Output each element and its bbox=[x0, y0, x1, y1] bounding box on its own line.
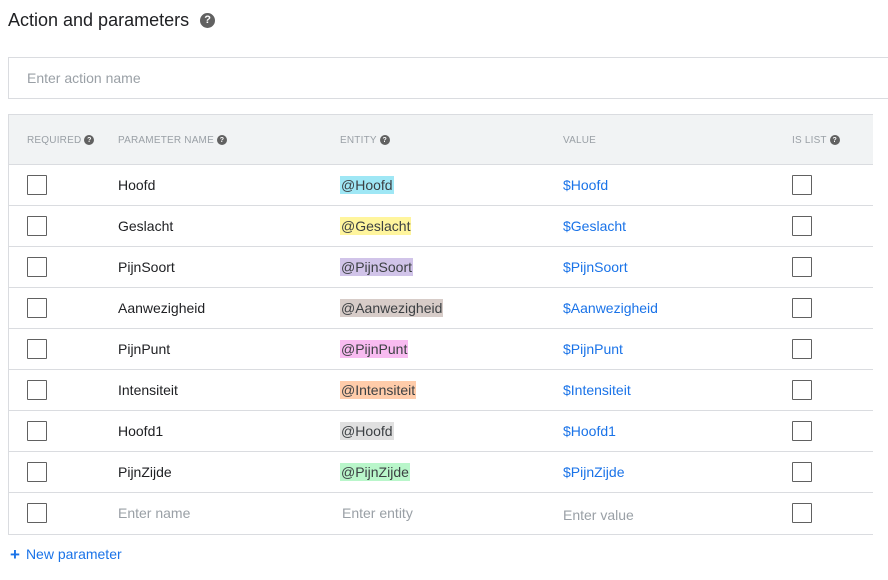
parameter-value[interactable]: $Hoofd bbox=[563, 177, 608, 193]
parameter-name-input[interactable]: Enter name bbox=[118, 505, 190, 521]
is-list-checkbox[interactable] bbox=[792, 257, 812, 277]
parameter-name[interactable]: Geslacht bbox=[118, 218, 173, 234]
table-row: Hoofd @Hoofd $Hoofd bbox=[9, 165, 873, 206]
required-checkbox[interactable] bbox=[27, 462, 47, 482]
required-checkbox[interactable] bbox=[27, 216, 47, 236]
entity-chip[interactable]: @PijnSoort bbox=[340, 258, 414, 276]
entity-chip[interactable]: @PijnPunt bbox=[340, 340, 409, 358]
new-parameter-button[interactable]: + New parameter bbox=[10, 544, 122, 564]
question-circle-icon[interactable]: ? bbox=[200, 12, 216, 28]
new-parameter-row: Enter name Enter entity Enter value bbox=[9, 493, 873, 534]
parameter-value[interactable]: $Intensiteit bbox=[563, 382, 631, 398]
entity-chip[interactable]: @PijnZijde bbox=[340, 463, 410, 481]
table-row: Hoofd1 @Hoofd $Hoofd1 bbox=[9, 411, 873, 452]
plus-icon: + bbox=[10, 544, 20, 564]
question-circle-icon[interactable]: ? bbox=[829, 135, 840, 145]
parameter-value[interactable]: $PijnPunt bbox=[563, 341, 623, 357]
parameter-name[interactable]: PijnZijde bbox=[118, 464, 172, 480]
table-body: Hoofd @Hoofd $Hoofd Geslacht @Geslacht $… bbox=[9, 165, 873, 534]
parameter-name[interactable]: PijnPunt bbox=[118, 341, 170, 357]
parameter-name[interactable]: Hoofd bbox=[118, 177, 155, 193]
table-row: PijnSoort @PijnSoort $PijnSoort bbox=[9, 247, 873, 288]
required-checkbox[interactable] bbox=[27, 503, 47, 523]
is-list-checkbox[interactable] bbox=[792, 462, 812, 482]
table-row: Aanwezigheid @Aanwezigheid $Aanwezigheid bbox=[9, 288, 873, 329]
column-header-parameter-name: PARAMETER NAME ? bbox=[118, 115, 227, 165]
entity-chip[interactable]: @Hoofd bbox=[340, 176, 394, 194]
table-row: PijnPunt @PijnPunt $PijnPunt bbox=[9, 329, 873, 370]
parameter-value[interactable]: $Aanwezigheid bbox=[563, 300, 658, 316]
column-header-label: ENTITY bbox=[340, 134, 377, 146]
column-header-is-list: IS LIST ? bbox=[792, 115, 840, 165]
parameter-name[interactable]: Intensiteit bbox=[118, 382, 178, 398]
table-row: PijnZijde @PijnZijde $PijnZijde bbox=[9, 452, 873, 493]
question-circle-icon[interactable]: ? bbox=[84, 135, 95, 145]
column-header-label: REQUIRED bbox=[27, 134, 82, 146]
column-header-label: IS LIST bbox=[792, 134, 827, 146]
parameter-value[interactable]: $PijnZijde bbox=[563, 464, 624, 480]
parameter-value[interactable]: $Geslacht bbox=[563, 218, 626, 234]
question-circle-icon[interactable]: ? bbox=[216, 135, 227, 145]
parameter-name[interactable]: PijnSoort bbox=[118, 259, 175, 275]
entity-chip[interactable]: @Hoofd bbox=[340, 422, 394, 440]
is-list-checkbox[interactable] bbox=[792, 298, 812, 318]
column-header-value: VALUE bbox=[563, 115, 596, 165]
table-row: Geslacht @Geslacht $Geslacht bbox=[9, 206, 873, 247]
action-name-field[interactable] bbox=[8, 57, 888, 99]
entity-chip[interactable]: @Geslacht bbox=[340, 217, 412, 235]
parameter-name[interactable]: Hoofd1 bbox=[118, 423, 163, 439]
column-header-label: VALUE bbox=[563, 134, 597, 146]
question-circle-icon[interactable]: ? bbox=[379, 135, 390, 145]
new-parameter-label: New parameter bbox=[25, 546, 122, 562]
is-list-checkbox[interactable] bbox=[792, 503, 812, 523]
column-header-label: PARAMETER NAME bbox=[118, 134, 214, 146]
parameter-value[interactable]: $PijnSoort bbox=[563, 259, 628, 275]
required-checkbox[interactable] bbox=[27, 175, 47, 195]
parameter-name[interactable]: Aanwezigheid bbox=[118, 300, 205, 316]
column-header-required: REQUIRED ? bbox=[27, 115, 95, 165]
section-title: Action and parameters bbox=[8, 9, 190, 30]
is-list-checkbox[interactable] bbox=[792, 421, 812, 441]
entity-chip[interactable]: @Intensiteit bbox=[340, 381, 417, 399]
value-input[interactable]: Enter value bbox=[563, 507, 634, 523]
entity-input[interactable]: Enter entity bbox=[342, 505, 413, 521]
required-checkbox[interactable] bbox=[27, 380, 47, 400]
action-name-input[interactable] bbox=[9, 58, 888, 98]
required-checkbox[interactable] bbox=[27, 298, 47, 318]
parameters-table: REQUIRED ? PARAMETER NAME ? ENTITY ? VAL… bbox=[8, 114, 873, 535]
table-row: Intensiteit @Intensiteit $Intensiteit bbox=[9, 370, 873, 411]
is-list-checkbox[interactable] bbox=[792, 339, 812, 359]
is-list-checkbox[interactable] bbox=[792, 380, 812, 400]
entity-chip[interactable]: @Aanwezigheid bbox=[340, 299, 444, 317]
column-header-entity: ENTITY ? bbox=[340, 115, 390, 165]
is-list-checkbox[interactable] bbox=[792, 216, 812, 236]
required-checkbox[interactable] bbox=[27, 257, 47, 277]
is-list-checkbox[interactable] bbox=[792, 175, 812, 195]
required-checkbox[interactable] bbox=[27, 421, 47, 441]
parameter-value[interactable]: $Hoofd1 bbox=[563, 423, 616, 439]
table-header: REQUIRED ? PARAMETER NAME ? ENTITY ? VAL… bbox=[9, 115, 873, 165]
section-header: Action and parameters ? bbox=[8, 8, 216, 32]
required-checkbox[interactable] bbox=[27, 339, 47, 359]
